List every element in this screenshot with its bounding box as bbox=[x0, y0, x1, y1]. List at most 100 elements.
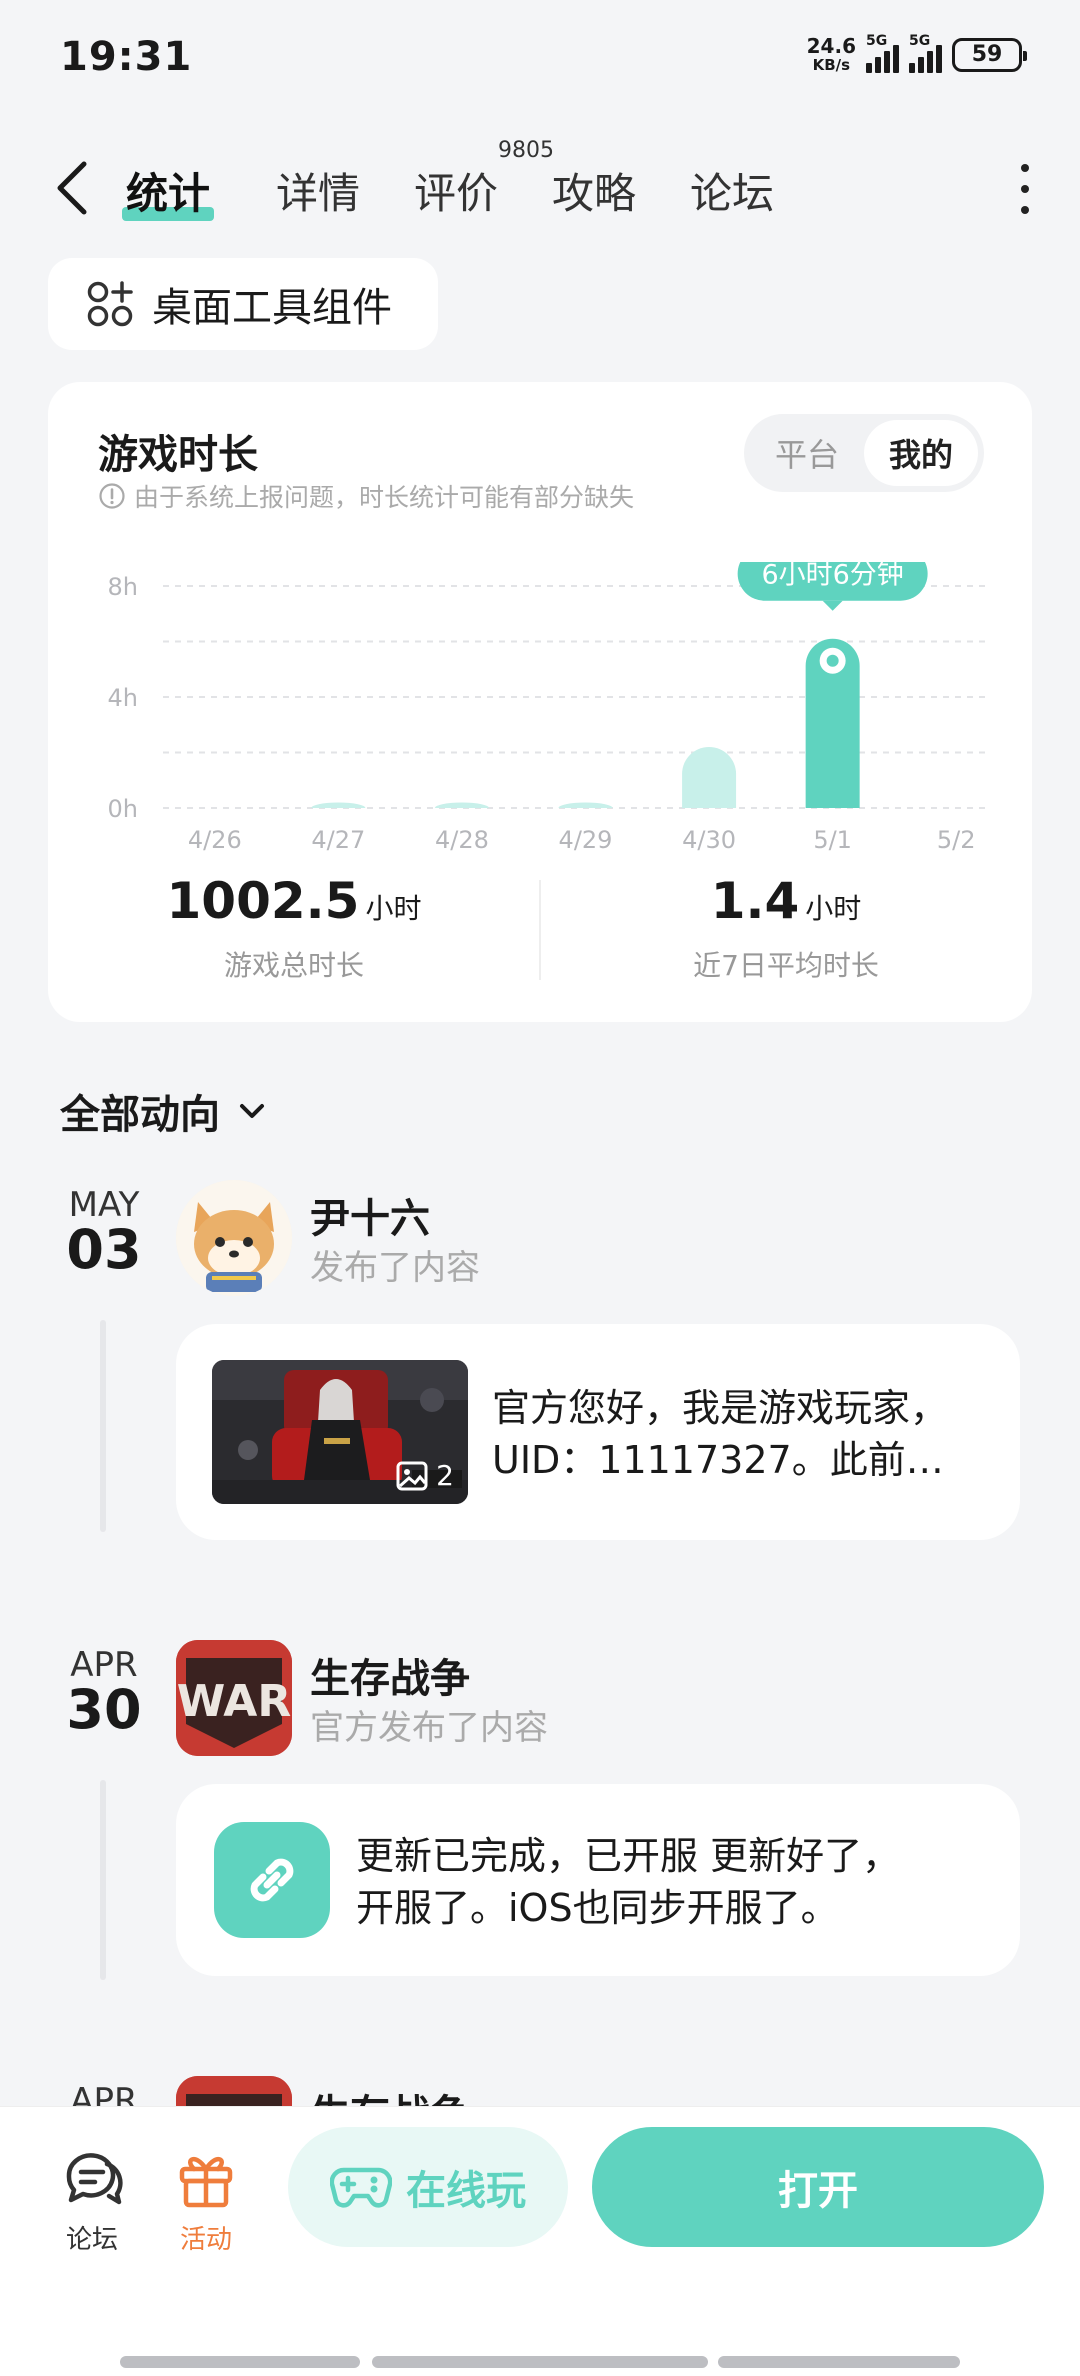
forum-button[interactable]: 论坛 bbox=[42, 2147, 142, 2256]
network-speed: 24.6 KB/s bbox=[807, 36, 856, 73]
card-title: 游戏时长 bbox=[98, 432, 258, 478]
tab-details[interactable]: 详情 bbox=[276, 160, 360, 221]
feed-author[interactable]: 尹十六 bbox=[310, 1186, 430, 1244]
tab-label: 统计 bbox=[126, 169, 211, 218]
home-indicator-segment bbox=[120, 2356, 360, 2368]
feed-author[interactable]: 生存战争 bbox=[310, 1646, 470, 1704]
feed-month: APR bbox=[70, 1645, 138, 1685]
tab-label: 攻略 bbox=[552, 169, 637, 218]
avg-unit: 小时 bbox=[805, 892, 862, 925]
battery-icon: 59 bbox=[952, 37, 1027, 72]
more-dot-icon bbox=[1021, 164, 1029, 172]
home-indicator-segment bbox=[718, 2356, 960, 2368]
sim2-label: 5G bbox=[909, 32, 931, 49]
post-text: 官方您好，我是游戏玩家， UID：11117327。此前… bbox=[492, 1382, 992, 1486]
image-count-value: 2 bbox=[436, 1459, 454, 1492]
home-indicator-segment bbox=[372, 2356, 708, 2368]
chart-x-tick: 4/26 bbox=[188, 826, 242, 854]
tab-forum[interactable]: 论坛 bbox=[690, 160, 774, 221]
avg-play-time: 1.4 小时 近7日平均时长 bbox=[540, 872, 1032, 984]
widget-grid-icon bbox=[87, 281, 133, 327]
gamepad-icon bbox=[330, 2167, 392, 2208]
timeline-line bbox=[100, 1780, 106, 1980]
tab-guides[interactable]: 攻略 bbox=[552, 160, 636, 221]
post-thumbnail[interactable]: 2 bbox=[212, 1360, 468, 1504]
post-text-line: 更新已完成，已开服 更新好了， bbox=[356, 1834, 901, 1878]
feed-day: 03 bbox=[66, 1218, 142, 1281]
post-card[interactable]: 2 官方您好，我是游戏玩家， UID：11117327。此前… bbox=[176, 1324, 1020, 1540]
tab-reviews[interactable]: 评价 9805 bbox=[414, 138, 554, 221]
chart-tooltip-label: 6小时6分钟 bbox=[761, 562, 903, 591]
activity-label: 活动 bbox=[179, 2225, 232, 2255]
avg-value: 1.4 bbox=[710, 872, 800, 930]
widget-button-label: 桌面工具组件 bbox=[152, 285, 392, 331]
back-button[interactable] bbox=[50, 158, 100, 218]
chart-bar-marker-dot bbox=[826, 654, 839, 667]
feed-filter-label: 全部动向 bbox=[60, 1092, 220, 1138]
avg-label: 近7日平均时长 bbox=[693, 949, 879, 982]
play-online-label: 在线玩 bbox=[406, 2168, 526, 2214]
post-text-line: UID：11117327。此前… bbox=[492, 1438, 944, 1482]
activity-button[interactable]: 活动 bbox=[156, 2147, 256, 2256]
chain-link-icon bbox=[250, 1858, 294, 1902]
chart-x-tick: 5/2 bbox=[937, 826, 976, 854]
total-unit: 小时 bbox=[365, 892, 422, 925]
feed-action: 发布了内容 bbox=[310, 1248, 480, 1288]
chevron-down-icon bbox=[240, 1104, 264, 1118]
bottom-action-bar: 论坛 活动 在线玩 打开 bbox=[0, 2106, 1080, 2376]
scope-toggle[interactable]: 平台 我的 bbox=[744, 414, 984, 492]
chart-bar bbox=[311, 802, 366, 808]
game-logo[interactable]: WAR bbox=[176, 1640, 292, 1756]
total-label: 游戏总时长 bbox=[223, 949, 364, 982]
status-indicators: 24.6 KB/s 5G 5G 59 bbox=[807, 33, 1027, 73]
signal-icon: 5G bbox=[866, 33, 899, 73]
tab-label: 评价 bbox=[414, 169, 499, 218]
chat-bubble-icon bbox=[66, 2153, 123, 2205]
total-play-time: 1002.5 小时 游戏总时长 bbox=[48, 872, 540, 984]
avatar[interactable] bbox=[176, 1180, 292, 1296]
chart-bar bbox=[682, 746, 737, 808]
toggle-mine[interactable]: 我的 bbox=[864, 420, 978, 486]
open-game-button[interactable]: 打开 bbox=[592, 2127, 1044, 2247]
post-text: 更新已完成，已开服 更新好了， 开服了。iOS也同步开服了。 bbox=[356, 1830, 986, 1934]
post-text-line: 开服了。iOS也同步开服了。 bbox=[356, 1886, 839, 1930]
chart-tooltip-arrow bbox=[822, 600, 843, 611]
card-note-text: 由于系统上报问题，时长统计可能有部分缺失 bbox=[134, 483, 635, 512]
chart-bar bbox=[558, 802, 613, 808]
post-text-line: 官方您好，我是游戏玩家， bbox=[492, 1386, 949, 1430]
war-logo-icon: WAR bbox=[176, 1640, 292, 1756]
chart-x-tick: 5/1 bbox=[813, 826, 852, 854]
feed-action: 官方发布了内容 bbox=[310, 1708, 548, 1748]
forum-label: 论坛 bbox=[65, 2225, 118, 2255]
image-icon bbox=[396, 1461, 428, 1490]
timeline-line bbox=[100, 1320, 106, 1532]
desktop-widget-button[interactable]: 桌面工具组件 bbox=[48, 258, 438, 350]
feed-month: MAY bbox=[68, 1185, 140, 1225]
toggle-platform[interactable]: 平台 bbox=[750, 420, 864, 486]
post-card[interactable]: 更新已完成，已开服 更新好了， 开服了。iOS也同步开服了。 bbox=[176, 1784, 1020, 1976]
chart-x-tick: 4/29 bbox=[559, 826, 613, 854]
card-note: 由于系统上报问题，时长统计可能有部分缺失 bbox=[98, 478, 634, 514]
feed-day: 30 bbox=[66, 1678, 142, 1741]
image-count: 2 bbox=[396, 1459, 454, 1492]
play-online-button[interactable]: 在线玩 bbox=[288, 2127, 568, 2247]
chart-x-tick: 4/27 bbox=[311, 826, 365, 854]
signal-icon: 5G bbox=[909, 33, 942, 73]
feed-date: MAY 03 bbox=[44, 1188, 164, 1279]
tab-stats[interactable]: 统计 bbox=[122, 160, 215, 221]
total-value: 1002.5 bbox=[166, 872, 360, 930]
feed-filter-dropdown[interactable]: 全部动向 bbox=[60, 1082, 270, 1140]
network-speed-unit: KB/s bbox=[812, 56, 851, 74]
chart-x-tick: 4/28 bbox=[435, 826, 489, 854]
totals-row: 1002.5 小时 游戏总时长 1.4 小时 近7日平均时长 bbox=[48, 872, 1032, 1002]
more-menu-button[interactable] bbox=[1010, 164, 1040, 214]
link-icon bbox=[214, 1822, 330, 1938]
chart-y-tick: 4h bbox=[108, 684, 138, 712]
network-speed-value: 24.6 bbox=[806, 34, 856, 58]
sim1-label: 5G bbox=[866, 32, 888, 49]
more-dot-icon bbox=[1021, 185, 1029, 193]
play-time-chart: 0h 4h 8h 4/26 4/27 4/28 4/29 4/30 6小时6分钟 5/1 5/2 bbox=[108, 562, 988, 854]
info-icon bbox=[99, 483, 125, 509]
more-dot-icon bbox=[1021, 206, 1029, 214]
chevron-left-icon bbox=[57, 161, 87, 215]
